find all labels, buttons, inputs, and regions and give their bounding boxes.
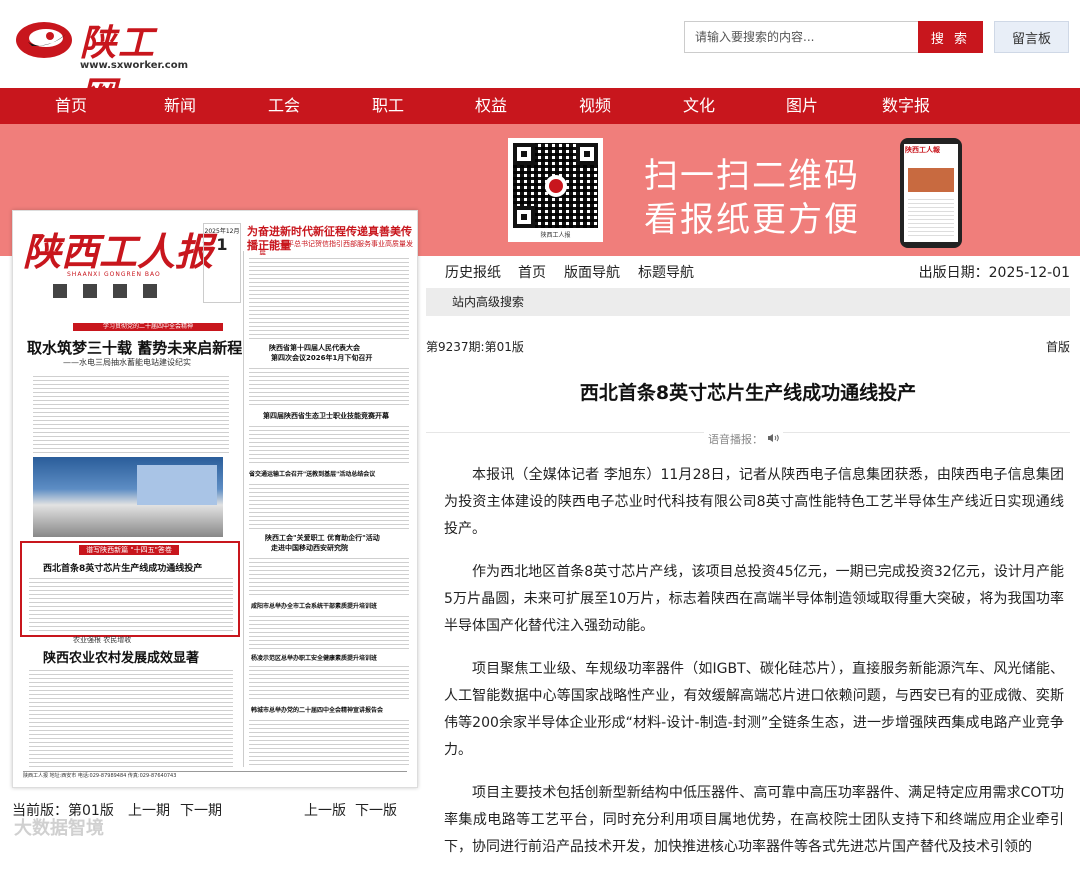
search-input[interactable] [684,21,918,53]
newspaper-right-headline-1[interactable]: 陕西省第十四届人民代表大会 [269,343,360,353]
banner-line-2: 看报纸更方便 [644,200,860,240]
nav-item-home[interactable]: 首页 [31,88,111,124]
article-paragraph: 项目主要技术包括创新型新结构中低压器件、高可靠中高压功率器件、满足特定应用需求C… [444,785,1064,855]
nav-item-union[interactable]: 工会 [244,88,324,124]
nav-item-epaper[interactable]: 数字报 [866,88,946,124]
newspaper-text-block [249,555,409,595]
article-paragraph: 本报讯（全媒体记者 李旭东）11月28日，记者从陕西电子信息集团获悉，由陕西电子… [444,467,1064,537]
sub-nav-layout[interactable]: 版面导航 [564,262,620,282]
main-nav: 首页 新闻 工会 职工 权益 视频 文化 图片 数字报 [0,88,1080,124]
newspaper-text-block [29,667,233,767]
epaper-sub-nav: 历史报纸 首页 版面导航 标题导航 出版日期：2025-12-01 [426,262,1070,284]
newspaper-band: 学习贯彻党的二十届四中全会精神 [73,323,223,331]
newspaper-text-block [249,717,409,765]
newspaper-page-preview[interactable]: 陕西工人报 SHAANXI GONGREN BAO 2025年12月 1 为奋进… [12,210,418,788]
next-page-link[interactable]: 下一版 [355,800,397,820]
phone-mockup: 陕西工人報 [900,138,962,248]
logo-swirl-icon [16,22,72,58]
newspaper-text-block [249,255,409,339]
search-button[interactable]: 搜 索 [918,21,983,53]
publication-date: 出版日期：2025-12-01 [918,265,1070,281]
newspaper-text-block [249,423,409,463]
nav-item-pictures[interactable]: 图片 [762,88,842,124]
newspaper-text-block [249,665,409,699]
newspaper-right-headline-6[interactable]: 杨凌示范区总举办职工安全健康素质提升培训班 [251,653,377,662]
qr-logo-icon [545,175,567,197]
article-title: 西北首条8英寸芯片生产线成功通线投产 [579,382,917,404]
newspaper-box-label: 谱写陕西新篇 "十四五"答卷 [79,545,179,555]
newspaper-right-headline-2[interactable]: 第四届陕西省生态卫士职业技能竞赛开幕 [263,411,389,421]
newspaper-text-block [29,577,233,631]
newspaper-right-headline-4[interactable]: 陕西工会"关爱职工 优育助企行"活动 [265,533,380,543]
qr-caption: 陕西工人报 [540,232,571,239]
newspaper-masthead: 陕西工人报 [23,229,214,274]
newspaper-main-sub: ——水电三局抽水蓄能电站建设纪实 [63,358,191,367]
article-body: 本报讯（全媒体记者 李旭东）11月28日，记者从陕西电子信息集团获悉，由陕西电子… [444,462,1064,877]
advanced-search-link[interactable]: 站内高级搜索 [426,288,1070,316]
speaker-icon[interactable] [767,433,779,446]
newspaper-photo-screen [137,465,217,505]
watermark: 大数据智境 [14,818,104,839]
prev-page-link[interactable]: 上一版 [304,800,346,820]
nav-item-rights[interactable]: 权益 [451,88,531,124]
newspaper-text-block [33,373,229,453]
phone-masthead: 陕西工人報 [905,146,940,154]
section-name: 首版 [1045,340,1070,354]
newspaper-right-headline-5[interactable]: 咸阳市总举办全市工会系统干部素质提升培训班 [251,601,377,610]
issue-number: 第9237期:第01版 [426,340,524,354]
newspaper-right-headline-7[interactable]: 韩城市总举办党的二十届四中全会精神宣讲报告会 [251,705,383,714]
newspaper-right-headline-1b: 第四次会议2026年1月下旬召开 [271,354,373,362]
qr-code: 陕西工人报 [508,138,603,242]
newspaper-masthead-pinyin: SHAANXI GONGREN BAO [67,271,161,278]
newspaper-text-block [249,365,409,405]
sub-nav-home[interactable]: 首页 [518,262,546,282]
nav-item-culture[interactable]: 文化 [659,88,739,124]
logo-url: www.sxworker.com [80,60,189,71]
newspaper-right-headline-4b: 走进中国移动西安研究院 [271,544,348,552]
newspaper-lower-kicker: 农业强根 农民增收 [73,636,132,644]
article-paragraph: 项目聚焦工业级、车规级功率器件（如IGBT、碳化硅芯片），直接服务新能源汽车、风… [444,661,1064,758]
newspaper-right-headline-3[interactable]: 省交通运输工会召开"送教到基层"活动总结会议 [249,469,375,478]
site-logo[interactable]: 陕工网 www.sxworker.com [14,10,188,116]
newspaper-footer: 陕西工人报 地址:西安市 电话:029-87989484 传真:029-8764… [23,771,407,781]
sub-nav-titles[interactable]: 标题导航 [638,262,694,282]
sub-nav-history[interactable]: 历史报纸 [445,262,501,282]
tts-label: 语音播报： [708,433,763,446]
newspaper-text-block [249,481,409,529]
newspaper-qr-codes [53,283,183,301]
nav-item-video[interactable]: 视频 [555,88,635,124]
issue-line: 第9237期:第01版 首版 [426,338,1070,355]
newspaper-main-headline[interactable]: 取水筑梦三十载 蓄势未来启新程 [27,337,242,358]
newspaper-date-box: 2025年12月 1 [203,223,241,303]
newspaper-date-day: 1 [216,235,228,254]
nav-item-news[interactable]: 新闻 [140,88,220,124]
newspaper-lower-headline[interactable]: 陕西农业农村发展成效显著 [43,647,199,666]
newspaper-box-title[interactable]: 西北首条8英寸芯片生产线成功通线投产 [43,561,202,574]
article-paragraph: 作为西北地区首条8英寸芯片产线，该项目总投资45亿元，一期已完成投资32亿元，设… [444,564,1064,634]
guestbook-button[interactable]: 留言板 [994,21,1069,53]
newspaper-text-block [249,613,409,649]
banner-line-1: 扫一扫二维码 [644,156,860,196]
nav-item-workers[interactable]: 职工 [348,88,428,124]
newspaper-date-top: 2025年12月 [204,228,240,235]
site-header: 陕工网 www.sxworker.com 搜 索 留言板 [0,0,1080,116]
tts-bar: 语音播报： [426,431,1070,447]
next-issue-link[interactable]: 下一期 [180,800,222,820]
prev-issue-link[interactable]: 上一期 [128,800,170,820]
